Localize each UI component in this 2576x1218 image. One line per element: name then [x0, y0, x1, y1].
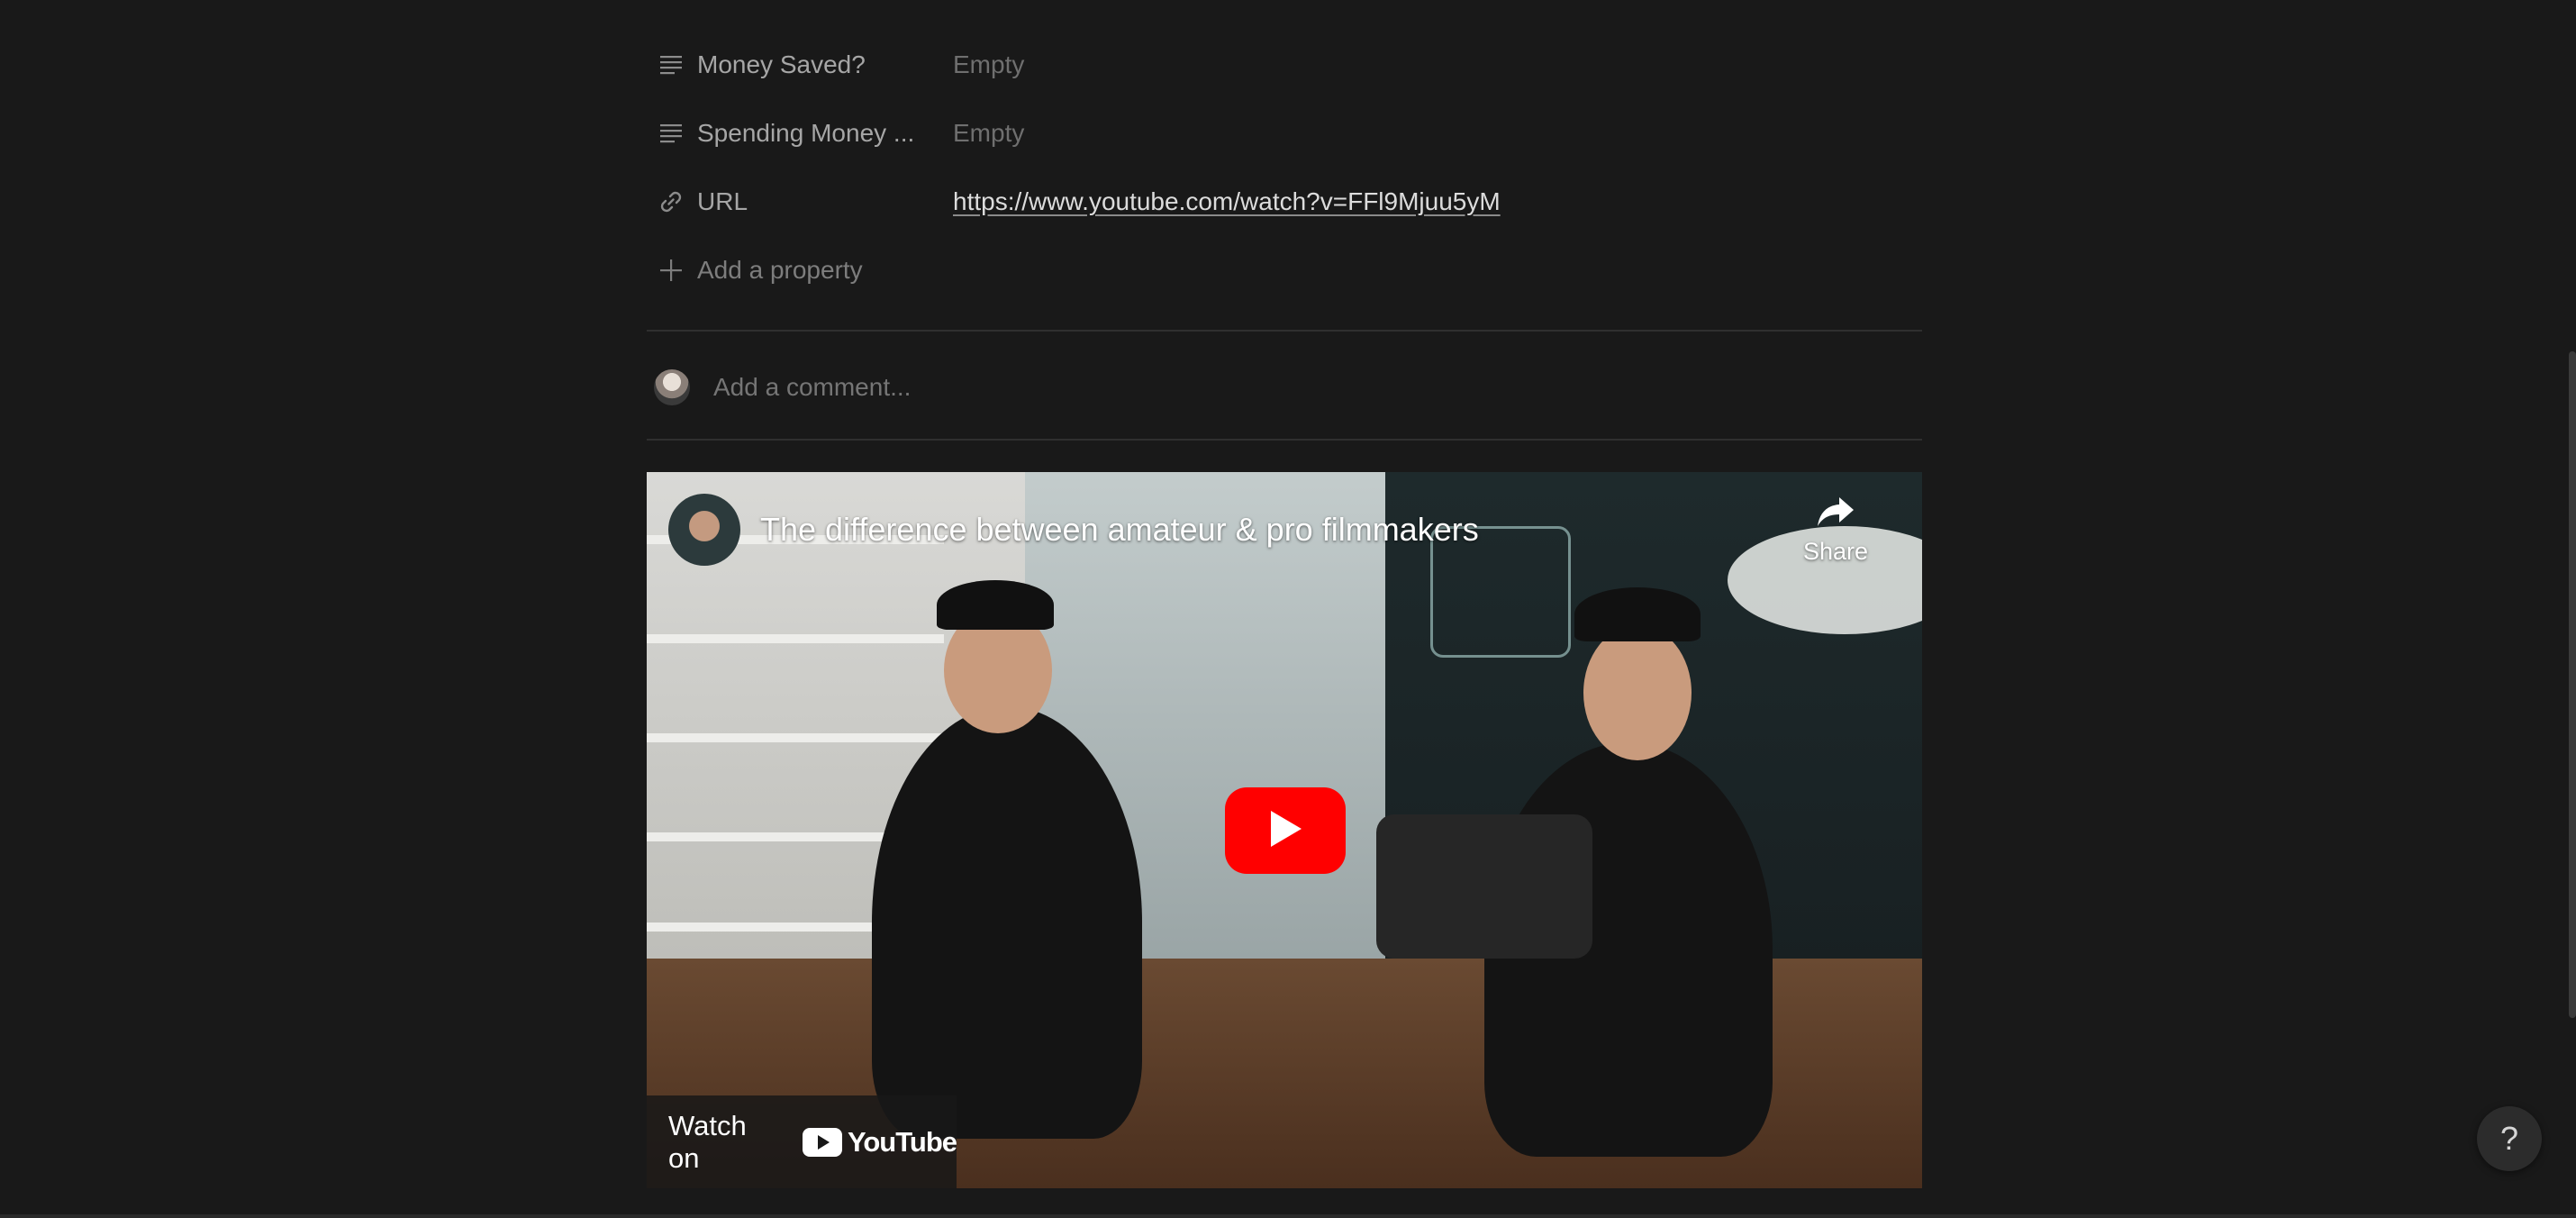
property-value-spending-money[interactable]: Empty [953, 108, 1922, 159]
play-button[interactable] [1225, 787, 1346, 874]
comment-row [647, 362, 1922, 413]
person-head [1583, 625, 1692, 760]
cinema-camera [1376, 814, 1592, 959]
page: Money Saved? Empty Spending Money ... Em… [0, 0, 2576, 1218]
youtube-wordmark: YouTube [848, 1125, 957, 1158]
property-name-url[interactable]: URL [647, 177, 953, 227]
divider [647, 330, 1922, 332]
avatar [654, 369, 690, 405]
property-value-money-saved[interactable]: Empty [953, 40, 1922, 90]
shelf [647, 634, 944, 643]
property-row-money-saved: Money Saved? Empty [647, 40, 1922, 90]
youtube-embed[interactable]: The difference between amateur & pro fil… [647, 472, 1922, 1188]
shelf [647, 733, 944, 742]
text-lines-icon [658, 51, 685, 78]
property-label: URL [697, 187, 748, 215]
video-header: The difference between amateur & pro fil… [668, 494, 1479, 566]
property-row-spending-money: Spending Money ... Empty [647, 108, 1922, 159]
watch-on-label: Watch on [668, 1109, 747, 1174]
comment-input[interactable] [712, 372, 1796, 403]
property-name-spending-money[interactable]: Spending Money ... [647, 108, 953, 159]
property-name-money-saved[interactable]: Money Saved? [647, 40, 953, 90]
link-icon [658, 188, 685, 215]
property-row-url: URL https://www.youtube.com/watch?v=FFl9… [647, 177, 1922, 227]
bottom-edge [0, 1214, 2576, 1218]
scrollbar[interactable] [2569, 351, 2576, 1018]
help-label: ? [2499, 1120, 2519, 1157]
property-label: Money Saved? [697, 50, 866, 78]
watch-on-youtube-button[interactable]: Watch on YouTube [647, 1095, 957, 1188]
channel-avatar[interactable] [668, 494, 740, 566]
video-title[interactable]: The difference between amateur & pro fil… [760, 511, 1479, 549]
text-lines-icon [658, 120, 685, 147]
help-button[interactable]: ? [2477, 1106, 2542, 1171]
share-label: Share [1802, 538, 1869, 565]
plus-icon [658, 257, 685, 284]
youtube-logo-icon: YouTube [803, 1126, 957, 1159]
share-button[interactable]: Share [1782, 494, 1890, 566]
cap [937, 580, 1054, 630]
play-icon [1267, 809, 1303, 853]
person [872, 706, 1142, 1139]
divider [647, 439, 1922, 441]
property-label: Spending Money ... [697, 119, 915, 147]
add-property-button[interactable]: Add a property [647, 245, 863, 295]
url-link[interactable]: https://www.youtube.com/watch?v=FFl9Mjuu… [953, 177, 1922, 227]
add-property-label: Add a property [697, 256, 863, 284]
cap [1574, 587, 1701, 641]
share-icon [1816, 494, 1855, 534]
